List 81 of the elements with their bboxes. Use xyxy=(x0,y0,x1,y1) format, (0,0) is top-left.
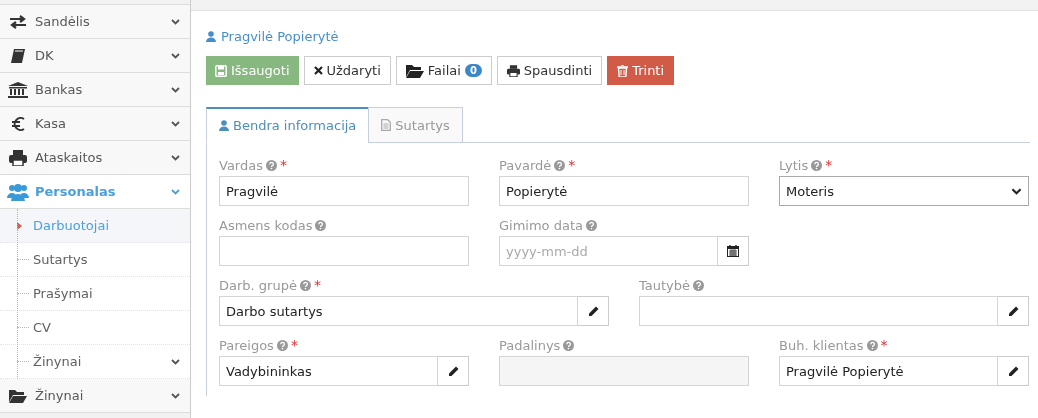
chevron-down-icon xyxy=(171,120,180,127)
close-icon xyxy=(313,66,323,75)
required-mark: * xyxy=(825,157,833,173)
chevron-down-icon xyxy=(171,358,180,365)
input-field[interactable] xyxy=(639,296,998,326)
delete-button[interactable]: Trinti xyxy=(607,56,675,85)
user-icon xyxy=(206,31,216,42)
select-field[interactable]: Moteris xyxy=(779,176,1029,206)
edit-button[interactable] xyxy=(998,296,1029,326)
pencil-icon xyxy=(447,365,459,377)
pencil-icon xyxy=(1007,305,1019,317)
arrows-icon xyxy=(9,14,27,29)
chevron-down-icon xyxy=(171,154,180,161)
sidebar-item[interactable]: Ataskaitos xyxy=(0,141,190,175)
sidebar-item[interactable]: Bankas xyxy=(0,73,190,107)
trash-icon xyxy=(617,64,629,77)
input-field[interactable]: Pragvilė xyxy=(219,176,469,206)
field-label: Gimimo data xyxy=(499,217,583,233)
pencil-icon xyxy=(587,305,599,317)
chevron-down-icon xyxy=(1011,187,1022,195)
field-label: Tautybė xyxy=(639,277,691,293)
caret-right-icon xyxy=(17,221,22,230)
calendar-icon xyxy=(727,245,739,257)
users-icon xyxy=(7,182,29,201)
input-field[interactable] xyxy=(219,236,469,266)
chevron-down-icon xyxy=(171,52,180,59)
required-mark: * xyxy=(880,337,888,353)
field-label: Vardas xyxy=(219,157,263,173)
required-mark: * xyxy=(568,157,576,173)
chevron-down-icon xyxy=(171,86,180,93)
book-icon xyxy=(10,47,26,64)
sidebar-item[interactable]: Kasa xyxy=(0,107,190,141)
chevron-down-icon xyxy=(171,18,180,25)
printer-icon xyxy=(9,149,27,166)
required-mark: * xyxy=(290,337,298,353)
help-icon xyxy=(265,159,277,171)
euro-icon xyxy=(11,115,25,132)
printer-icon xyxy=(506,64,520,77)
help-icon xyxy=(299,279,311,291)
calendar-button[interactable] xyxy=(718,236,749,266)
required-mark: * xyxy=(279,157,287,173)
required-mark: * xyxy=(313,277,321,293)
close-button[interactable]: Uždaryti xyxy=(303,56,391,85)
folder-icon xyxy=(405,63,424,78)
field-label: Padalinys xyxy=(499,337,561,353)
user-icon xyxy=(219,120,229,131)
help-icon xyxy=(811,159,823,171)
edit-button[interactable] xyxy=(438,356,469,386)
help-icon xyxy=(693,279,705,291)
input-field[interactable]: Vadybininkas xyxy=(219,356,438,386)
sidebar-item[interactable]: DK xyxy=(0,39,190,73)
field-label: Darb. grupė xyxy=(219,277,297,293)
bank-icon xyxy=(8,81,28,98)
print-button[interactable]: Spausdinti xyxy=(496,56,603,85)
help-icon xyxy=(866,339,878,351)
input-field[interactable]: Darbo sutartys xyxy=(219,296,578,326)
help-icon xyxy=(563,339,575,351)
tab[interactable]: Bendra informacija xyxy=(206,107,370,143)
field-label: Pavardė xyxy=(499,157,552,173)
document-icon xyxy=(381,119,392,131)
sidebar-item[interactable]: Sandėlis xyxy=(0,5,190,39)
edit-button[interactable] xyxy=(998,356,1029,386)
edit-button[interactable] xyxy=(578,296,609,326)
chevron-down-icon xyxy=(171,392,180,399)
folder-icon xyxy=(9,388,27,403)
count-badge: 0 xyxy=(464,64,482,77)
sidebar-item[interactable]: Žinynai xyxy=(0,379,190,413)
field-label: Pareigos xyxy=(219,337,274,353)
field-label: Asmens kodas xyxy=(219,217,313,233)
field-label: Lytis xyxy=(779,157,809,173)
help-icon xyxy=(586,219,597,231)
help-icon xyxy=(554,159,566,171)
input-field[interactable]: Popierytė xyxy=(499,176,749,206)
help-icon xyxy=(276,339,288,351)
input-field[interactable]: Pragvilė Popierytė xyxy=(779,356,998,386)
page-title: Pragvilė Popierytė xyxy=(221,29,339,44)
chevron-down-icon xyxy=(171,188,180,195)
files-button[interactable]: Failai 0 xyxy=(395,56,492,85)
help-icon xyxy=(315,219,327,231)
field-label: Buh. klientas xyxy=(779,337,864,353)
pencil-icon xyxy=(1007,365,1019,377)
